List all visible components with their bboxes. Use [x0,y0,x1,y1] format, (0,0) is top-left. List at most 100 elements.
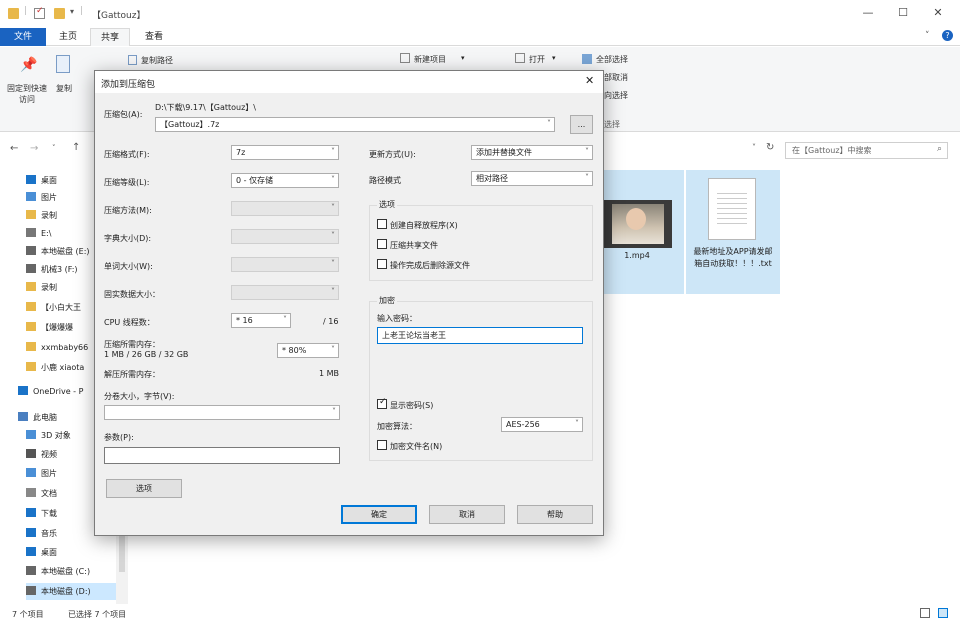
sidebar-item-label: 视频 [41,450,57,459]
format-select[interactable]: 7z ˅ [231,145,339,160]
sidebar-item-label: xxmbaby66 [41,343,89,352]
sfx-label: 创建自释放程序(X) [390,221,458,230]
large-icons-view-icon[interactable] [938,608,948,618]
help-button[interactable]: 帮助 [517,505,593,524]
new-item-dropdown-icon[interactable]: ▾ [461,54,465,62]
level-select[interactable]: 0 - 仅存储 ˅ [231,173,339,188]
chevron-down-icon: ˅ [332,407,336,416]
new-item-label[interactable]: 新建项目 [414,54,446,65]
encrypt-names-label: 加密文件名(N) [390,442,443,451]
level-label: 压缩等级(L): [104,178,150,187]
folder-icon [26,264,36,273]
copy-path-icon[interactable] [128,55,137,65]
open-label[interactable]: 打开 [529,54,545,65]
dialog-close-icon[interactable]: ✕ [585,74,594,87]
refresh-icon[interactable]: ↻ [766,142,774,153]
folder-icon [26,246,36,255]
separator-icon: | [80,6,84,16]
sidebar-item[interactable]: 本地磁盘 (D:) [26,583,118,600]
sidebar-item-label: 【小白大王 [41,303,81,312]
sidebar-item-label: 音乐 [41,529,57,538]
selected-count: 已选择 7 个项目 [68,610,127,619]
customize-dropdown-icon[interactable]: ▾ [70,7,74,16]
select-all-icon[interactable] [582,54,592,64]
close-icon[interactable]: ✕ [928,6,948,19]
cpu-threads-select[interactable]: * 16 ˅ [231,313,291,328]
tab-home[interactable]: 主页 [50,28,86,46]
address-dropdown-icon[interactable]: ˅ [752,143,756,152]
help-icon[interactable]: ? [942,30,953,41]
file-tile-mp4[interactable]: 1.mp4 [590,170,684,294]
minimize-icon[interactable]: — [858,6,878,19]
tab-share[interactable]: 共享 [90,28,130,46]
ok-button[interactable]: 确定 [341,505,417,524]
checkbox-icon [377,239,387,249]
options-button[interactable]: 选项 [106,479,182,498]
copy-label[interactable]: 复制 [52,83,76,94]
file-tile-txt[interactable]: 最新地址及APP请发邮箱自动获取！！！.txt [686,170,780,294]
checkbox-icon [377,219,387,229]
ribbon-collapse-icon[interactable]: ˅ [925,31,930,41]
search-placeholder: 在【Gattouz】中搜索 [792,146,872,155]
browse-button[interactable]: ... [570,115,593,134]
method-select: ˅ [231,201,339,216]
chevron-down-icon: ˅ [331,287,335,296]
search-input[interactable]: 在【Gattouz】中搜索 ⌕ [785,142,948,159]
password-value: 上老王论坛当老王 [382,331,446,340]
file-name: 最新地址及APP请发邮箱自动获取！！！.txt [693,247,773,268]
tab-file[interactable]: 文件 [0,28,46,46]
shared-checkbox[interactable]: 压缩共享文件 [377,239,438,251]
mem-percent-select[interactable]: * 80% ˅ [277,343,339,358]
new-item-icon[interactable] [400,53,410,63]
folder-icon [26,282,36,291]
sfx-checkbox[interactable]: 创建自释放程序(X) [377,219,458,231]
tab-view[interactable]: 查看 [134,28,174,46]
chevron-down-icon: ˅ [331,231,335,240]
cancel-button[interactable]: 取消 [429,505,505,524]
encrypt-method-select[interactable]: AES-256 ˅ [501,417,583,432]
new-folder-icon[interactable] [54,8,65,19]
open-dropdown-icon[interactable]: ▾ [552,54,556,62]
folder-icon [26,322,36,331]
item-count: 7 个项目 [12,610,44,619]
encrypt-names-checkbox[interactable]: 加密文件名(N) [377,440,442,452]
maximize-icon[interactable]: ☐ [893,6,913,19]
dialog-titlebar: 添加到压缩包 ✕ [95,71,603,93]
back-icon[interactable]: ← [10,143,18,154]
chevron-down-icon: ˅ [331,203,335,212]
dict-label: 字典大小(D): [104,234,152,243]
forward-icon[interactable]: → [30,143,38,154]
copy-icon[interactable] [56,55,70,73]
recent-dropdown-icon[interactable]: ˅ [52,144,56,152]
properties-icon[interactable]: ✓ [34,6,45,19]
folder-icon [26,175,36,184]
pin-icon[interactable]: 📌 [20,57,37,73]
params-input[interactable] [104,447,340,464]
details-view-icon[interactable] [920,608,930,618]
delete-after-checkbox[interactable]: 操作完成后删除源文件 [377,259,470,271]
folder-icon [26,192,36,201]
select-all-label[interactable]: 全部选择 [596,54,628,65]
password-input[interactable]: 上老王论坛当老王 [377,327,583,344]
sidebar-item-label: 本地磁盘 (C:) [41,567,91,576]
title-bar: | ✓ ▾ | 【Gattouz】 — ☐ ✕ [0,0,960,28]
copy-path-label[interactable]: 复制路径 [141,55,173,66]
status-bar: 7 个项目 已选择 7 个项目 [0,604,960,626]
update-mode-select[interactable]: 添加并替换文件 ˅ [471,145,593,160]
pin-label[interactable]: 固定到快速访问 [4,83,50,105]
encrypt-method-label: 加密算法： [377,422,417,431]
window-title: 【Gattouz】 [92,11,146,21]
archive-name-combo[interactable]: 【Gattouz】.7z ˅ [155,117,555,132]
open-icon[interactable] [515,53,525,63]
path-mode-select[interactable]: 相对路径 ˅ [471,171,593,186]
folder-icon [8,8,19,19]
chevron-down-icon: ˅ [585,173,589,182]
split-size-combo[interactable]: ˅ [104,405,340,420]
folder-icon [26,362,36,371]
chevron-down-icon: ˅ [547,119,551,128]
split-label: 分卷大小，字节(V): [104,392,175,401]
up-icon[interactable]: ↑ [72,142,80,153]
sidebar-item[interactable]: 桌面 [26,544,118,561]
show-password-checkbox[interactable]: ✓ 显示密码(S) [377,397,433,411]
sidebar-item[interactable]: 本地磁盘 (C:) [26,563,118,580]
